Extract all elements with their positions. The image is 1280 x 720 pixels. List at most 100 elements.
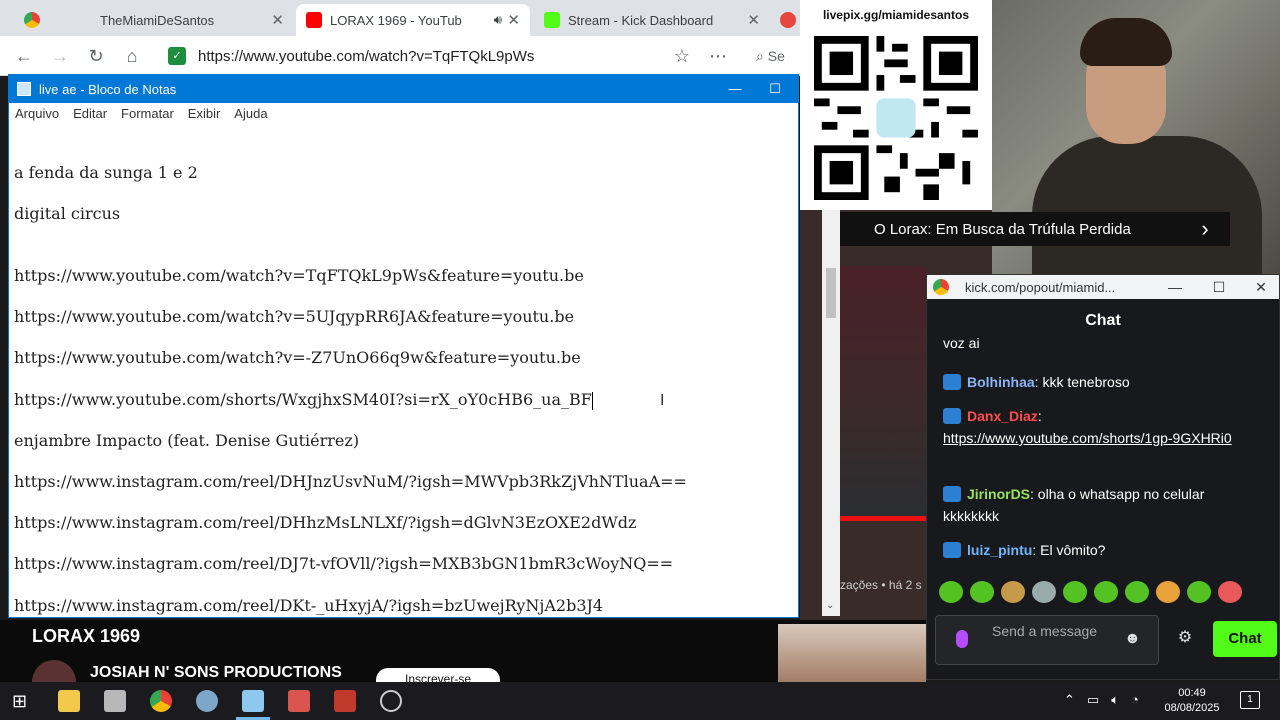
channel-name[interactable]: JOSIAH N' SONS PRODUCTIONS — [90, 664, 342, 682]
microphone-icon[interactable] — [956, 630, 968, 648]
more-menu-icon[interactable]: ⋯ — [706, 44, 730, 68]
menu-formatar[interactable]: Formatar — [121, 106, 174, 121]
user-badge-icon — [943, 542, 961, 558]
close-tab-icon[interactable]: ✕ — [507, 11, 520, 29]
flash-icon[interactable] — [334, 690, 356, 712]
chat-window-title: kick.com/popout/miamid... — [965, 279, 1116, 295]
forward-icon[interactable]: → — [48, 44, 72, 68]
close-tab-icon[interactable]: ✕ — [271, 11, 284, 29]
notification-count: 1 — [1247, 694, 1253, 705]
chat-username[interactable]: Bolhinhaa — [967, 374, 1035, 390]
calculator-icon[interactable] — [288, 690, 310, 712]
emote-icon[interactable] — [1063, 581, 1087, 603]
stream-info-bar: LORAX 1969 JOSIAH N' SONS PRODUCTIONS In… — [0, 620, 926, 690]
chat-username[interactable]: luiz_pintu — [967, 542, 1032, 558]
notepad-window: live ae - Bloco de Notas — ☐ Arquivo Edi… — [8, 74, 799, 618]
clock[interactable]: 00:49 08/08/2025 — [1156, 686, 1228, 716]
text-line: digital circus — [14, 204, 121, 223]
scrollbar-thumb[interactable] — [826, 268, 836, 318]
notepad-icon — [17, 82, 31, 96]
kick-chat-window: kick.com/popout/miamid... — ☐ ✕ Chat voz… — [926, 274, 1280, 680]
emoji-icon[interactable]: ☻ — [1124, 630, 1141, 648]
search-box[interactable]: ⌕ Se — [756, 44, 800, 68]
chat-message-input[interactable]: Send a message ☻ — [935, 615, 1159, 665]
speaker-icon[interactable]: 🔊︎ — [494, 12, 502, 28]
menu-exibir[interactable]: Exibir — [188, 106, 221, 121]
chat-username[interactable]: Danx_Diaz — [967, 408, 1038, 424]
text-line: https://www.instagram.com/reel/DHhzMsLNL… — [14, 513, 637, 532]
emote-icon[interactable] — [970, 581, 994, 603]
emote-icon[interactable] — [1032, 581, 1056, 603]
chat-link[interactable]: https://www.youtube.com/shorts/1gp-9GXHR… — [943, 430, 1232, 446]
emote-bar — [939, 581, 1269, 607]
chrome-icon — [24, 12, 40, 28]
maximize-icon[interactable]: ☐ — [755, 75, 795, 103]
wifi-icon[interactable]: ◔ — [1131, 692, 1139, 708]
back-icon[interactable]: ← — [12, 44, 36, 68]
network-tray-icon[interactable]: ▭ — [1087, 692, 1099, 708]
text-cursor-icon: I — [660, 392, 665, 409]
address-bar[interactable]: ✓ https://www.youtube.com/watch?v=TqFTQk… — [168, 42, 728, 70]
emote-icon[interactable] — [939, 581, 963, 603]
text-line-with-caret: https://www.youtube.com/shorts/WxgjhxSM4… — [14, 390, 593, 410]
home-icon[interactable]: ⌂ — [120, 44, 144, 68]
chrome-icon[interactable] — [150, 690, 172, 712]
emote-icon[interactable] — [1218, 581, 1242, 603]
close-tab-icon[interactable]: ✕ — [747, 11, 760, 29]
windows-start-icon[interactable]: ⊞ — [12, 690, 34, 712]
tab-partial[interactable] — [776, 4, 800, 36]
user-badge-icon — [943, 374, 961, 390]
obs-icon[interactable] — [380, 690, 402, 712]
search-label: Se — [767, 48, 785, 64]
browser-toolbar: ← → ↻ ⌂ ✓ https://www.youtube.com/watch?… — [0, 36, 800, 76]
menu-arquivo[interactable]: Arquivo — [15, 106, 59, 121]
chrome-icon — [933, 279, 949, 295]
tab-themiamidesantos[interactable]: TheMiamiDeSantos ✕ — [14, 4, 294, 36]
menu-editar[interactable]: Editar — [73, 106, 107, 121]
tab-lorax-youtube[interactable]: LORAX 1969 - YouTub 🔊︎ ✕ — [296, 4, 530, 36]
minimize-icon[interactable]: — — [715, 75, 755, 103]
notification-center-icon[interactable]: 1 — [1240, 691, 1260, 709]
chat-text: : kkk tenebroso — [1034, 374, 1130, 390]
emote-icon[interactable] — [1094, 581, 1118, 603]
file-explorer-icon[interactable] — [58, 690, 80, 712]
emote-icon[interactable] — [1187, 581, 1211, 603]
chevron-up-icon[interactable]: ⌃ — [1064, 692, 1075, 708]
text-line: https://www.instagram.com/reel/DJ7t-vfOV… — [14, 554, 674, 573]
tab-favicon-icon — [780, 12, 796, 28]
text-line: https://www.instagram.com/reel/DHJnzUsvN… — [14, 472, 687, 491]
chat-username[interactable]: JirinorDS — [967, 486, 1030, 502]
chat-text: : El vômito? — [1032, 542, 1106, 558]
chevron-right-icon[interactable]: › — [1190, 212, 1220, 246]
qr-code-icon — [814, 36, 978, 200]
livepix-url: livepix.gg/miamidesantos — [822, 8, 970, 22]
gear-icon[interactable]: ⚙ — [1175, 627, 1195, 649]
text-caret — [591, 391, 593, 410]
minimize-icon[interactable]: — — [1153, 275, 1197, 299]
chat-message: JirinorDS: olha o whatsapp no celular kk… — [943, 483, 1243, 527]
notepad-icon[interactable] — [242, 690, 264, 712]
chat-send-button[interactable]: Chat — [1213, 621, 1277, 657]
emote-icon[interactable] — [1156, 581, 1180, 603]
tab-title: LORAX 1969 - YouTub — [330, 12, 462, 28]
tab-kick-dashboard[interactable]: Stream - Kick Dashboard ✕ — [534, 4, 770, 36]
chat-message: Danx_Diaz: https://www.youtube.com/short… — [943, 405, 1243, 449]
media-app-icon[interactable] — [104, 690, 126, 712]
text-line: https://www.youtube.com/shorts/WxgjhxSM4… — [14, 390, 592, 409]
reload-icon[interactable]: ↻ — [84, 44, 108, 68]
close-icon[interactable]: ✕ — [1239, 275, 1280, 299]
video-progress-bar[interactable] — [840, 516, 926, 521]
bookmark-star-icon[interactable]: ☆ — [670, 44, 694, 68]
app-icon[interactable] — [196, 690, 218, 712]
maximize-icon[interactable]: ☐ — [1197, 275, 1241, 299]
chat-message: luiz_pintu: El vômito? — [943, 539, 1243, 561]
secure-lock-icon: ✓ — [168, 47, 186, 65]
text-line: https://www.youtube.com/watch?v=-Z7UnO66… — [14, 348, 581, 367]
emote-icon[interactable] — [1125, 581, 1149, 603]
emote-icon[interactable] — [1001, 581, 1025, 603]
scroll-down-icon[interactable]: ⌄ — [826, 600, 834, 611]
notepad-text-area[interactable]: a fenda da sunga 1 e 2 digital circus ht… — [9, 123, 831, 619]
menu-ajuda[interactable]: Ajuda — [234, 106, 267, 121]
video-title[interactable]: O Lorax: Em Busca da Trúfula Perdida — [840, 212, 1230, 246]
volume-icon[interactable]: 🔈︎ — [1111, 692, 1119, 708]
